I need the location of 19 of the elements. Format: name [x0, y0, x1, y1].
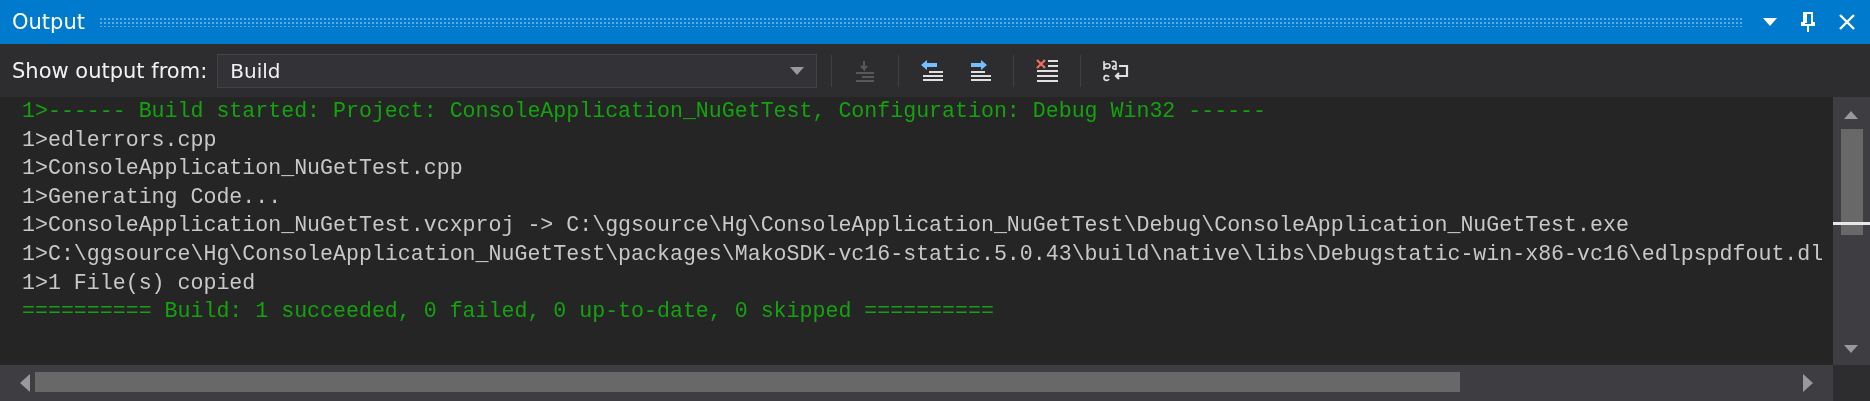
output-line: 1>------ Build started: Project: ConsoleApplication_NuGetTest, Configuration: Debug Win32 ------ [22, 98, 1267, 125]
pin-icon [1800, 11, 1816, 33]
output-line: 1>ConsoleApplication_NuGetTest.cpp [22, 155, 464, 183]
previous-message-icon [919, 58, 946, 83]
output-line: ========== Build: 1 succeeded, 0 failed, 0 up-to-date, 0 skipped ========== [22, 298, 995, 326]
window-title: Output [12, 10, 85, 34]
output-line: 1>ConsoleApplication_NuGetTest.vcxproj -> C:\ggsource\Hg\ConsoleApplication_NuGetTest\Debug\ConsoleApplication_NuGetTest.exe [22, 212, 1630, 240]
vertical-scrollbar[interactable] [1833, 97, 1870, 365]
output-line: 1>1 File(s) copied [22, 269, 257, 297]
output-source-dropdown[interactable]: Build [217, 53, 818, 88]
caret-icon [790, 66, 805, 75]
clear-all-icon [1034, 57, 1061, 84]
output-line: 1>edlerrors.cpp [22, 126, 218, 154]
close-icon [1838, 13, 1856, 31]
caret-icon [1762, 17, 1778, 27]
scrollbar-corner [1833, 365, 1870, 401]
output-line: 1>C:\ggsource\Hg\ConsoleApplication_NuGetTest\packages\MakoSDK-vc16-static.5.0.43\build\native\libs\Debugstatic-win-x86-vc16\edlpspdfout.dl [22, 240, 1825, 268]
output-line: 1>Generating Code... [22, 183, 283, 211]
output-source-label: Show output from: [12, 58, 208, 83]
